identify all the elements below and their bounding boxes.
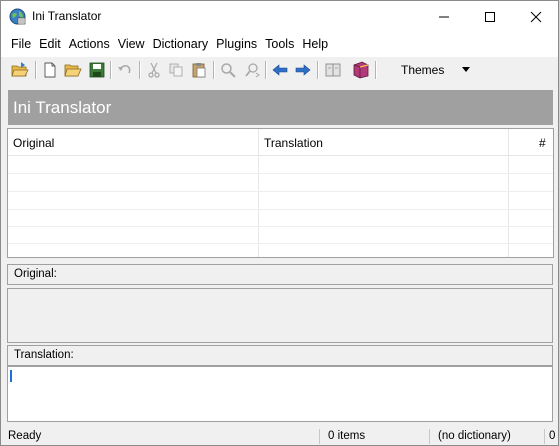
open-folder-icon [64, 64, 82, 77]
column-divider [258, 129, 259, 257]
status-separator [429, 429, 430, 444]
minimize-button[interactable] [421, 1, 467, 32]
new-file-button[interactable] [39, 59, 61, 81]
status-state: Ready [8, 430, 42, 442]
row-line [8, 243, 553, 244]
status-dictionary: (no dictionary) [438, 430, 511, 442]
original-text-box [7, 288, 553, 343]
column-header-original[interactable]: Original [13, 136, 54, 150]
undo-button[interactable] [114, 59, 136, 81]
menu-help[interactable]: Help [298, 32, 332, 57]
dictionary-book-icon [353, 61, 369, 79]
toolbar-separator [317, 61, 319, 79]
cut-button[interactable] [143, 59, 165, 81]
next-icon [295, 64, 311, 76]
translation-input[interactable] [7, 366, 553, 422]
status-separator [319, 429, 320, 444]
app-globe-icon [9, 8, 26, 25]
open-file-button[interactable] [62, 59, 84, 81]
minimize-icon [439, 16, 449, 17]
maximize-button[interactable] [467, 1, 513, 32]
menu-bar: File Edit Actions View Dictionary Plugin… [1, 32, 558, 57]
toolbar-separator [139, 61, 141, 79]
row-line [8, 226, 553, 227]
find-icon [221, 63, 236, 78]
column-divider [508, 129, 509, 257]
grid-header: Original Translation # [8, 129, 553, 156]
toolbar-separator [110, 61, 112, 79]
find-button[interactable] [217, 59, 239, 81]
title-bar[interactable]: Ini Translator [1, 1, 558, 32]
copy-button[interactable] [165, 59, 187, 81]
cut-icon [148, 62, 160, 78]
app-window: Ini Translator File Edit Actions View Di… [0, 0, 559, 446]
menu-plugins[interactable]: Plugins [212, 32, 261, 57]
save-button[interactable] [86, 59, 108, 81]
translation-section-header: Translation: [7, 345, 553, 366]
replace-button[interactable] [241, 59, 263, 81]
previous-icon [272, 64, 288, 76]
row-line [8, 173, 553, 174]
row-line [8, 191, 553, 192]
themes-dropdown[interactable]: Themes [381, 59, 481, 81]
open-project-button[interactable] [9, 59, 31, 81]
translation-grid[interactable]: Original Translation # [7, 128, 554, 258]
banner-title: Ini Translator [13, 98, 112, 117]
toolbar-separator [213, 61, 215, 79]
close-icon [530, 11, 542, 22]
status-bar: Ready 0 items (no dictionary) 0 [1, 427, 558, 445]
status-extra: 0 [549, 430, 556, 442]
text-caret [10, 370, 12, 382]
dictionary-book-button[interactable] [350, 59, 372, 81]
original-label: Original: [14, 268, 57, 280]
menu-dictionary[interactable]: Dictionary [149, 32, 213, 57]
toolbar-separator [265, 61, 267, 79]
status-items: 0 items [328, 430, 366, 442]
menu-actions[interactable]: Actions [65, 32, 114, 57]
column-header-number[interactable]: # [539, 136, 546, 150]
undo-icon [118, 65, 131, 74]
next-button[interactable] [292, 59, 314, 81]
copy-icon [169, 63, 183, 77]
toolbar: Themes [1, 57, 558, 84]
previous-button[interactable] [269, 59, 291, 81]
toolbar-separator [375, 61, 377, 79]
replace-icon [245, 63, 260, 78]
toolbar-separator [35, 61, 37, 79]
menu-file[interactable]: File [7, 32, 35, 57]
status-separator [544, 429, 545, 444]
dictionary-lookup-button[interactable] [322, 59, 344, 81]
chevron-down-icon [462, 67, 470, 72]
paste-button[interactable] [188, 59, 210, 81]
row-line [8, 209, 553, 210]
window-title: Ini Translator [32, 9, 102, 23]
save-icon [89, 62, 105, 78]
dictionary-lookup-icon [325, 63, 341, 77]
menu-tools[interactable]: Tools [261, 32, 298, 57]
paste-icon [192, 63, 206, 78]
new-file-icon [44, 62, 56, 78]
header-banner: Ini Translator [8, 90, 553, 125]
maximize-icon [485, 11, 495, 22]
translation-label: Translation: [14, 349, 74, 361]
menu-edit[interactable]: Edit [35, 32, 65, 57]
original-section-header: Original: [7, 264, 553, 285]
open-project-icon [11, 62, 29, 77]
themes-label: Themes [401, 63, 445, 77]
close-button[interactable] [513, 1, 559, 32]
column-header-translation[interactable]: Translation [264, 136, 323, 150]
menu-view[interactable]: View [114, 32, 149, 57]
